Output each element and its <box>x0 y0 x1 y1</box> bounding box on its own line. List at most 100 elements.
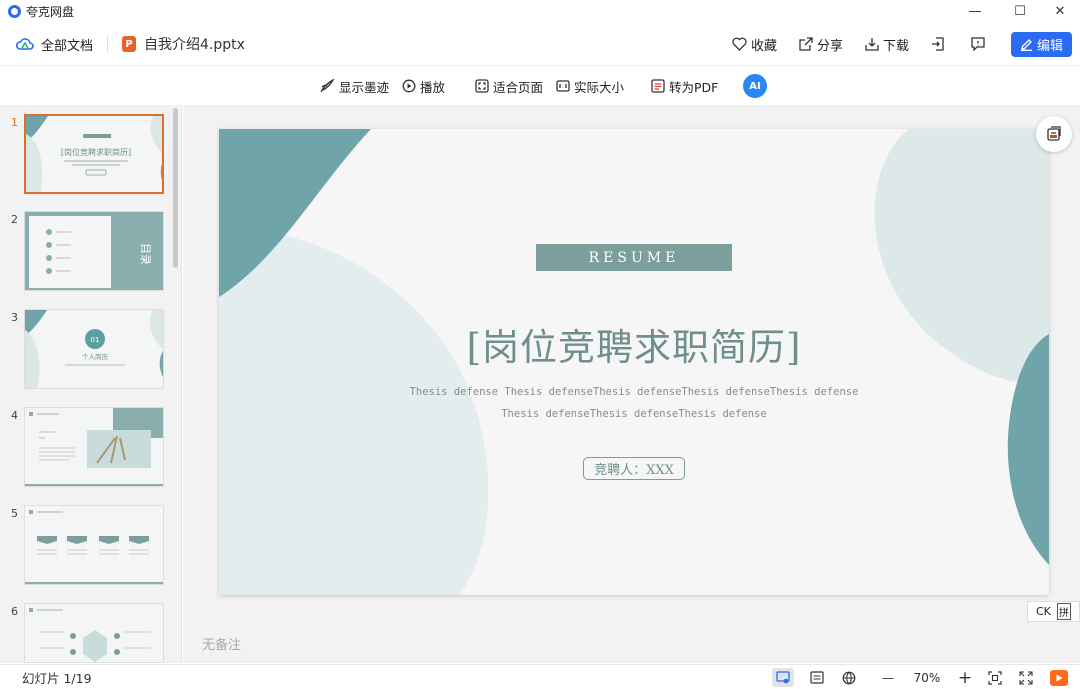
favorite-button[interactable]: 收藏 <box>732 35 777 54</box>
show-ink-button[interactable]: 显示墨迹 <box>320 66 389 106</box>
thumbnail-graphic <box>29 608 151 662</box>
current-slide: RESUME [岗位竞聘求职简历] Thesis defense Thesis … <box>219 129 1049 595</box>
fit-page-button[interactable]: 适合页面 <box>475 66 543 106</box>
all-files-button[interactable]: 全部文档 <box>16 35 93 54</box>
slideshow-button[interactable] <box>1050 670 1068 686</box>
zoom-level[interactable]: 70% <box>906 668 948 687</box>
expand-icon <box>1019 670 1033 685</box>
fullscreen-button[interactable] <box>1015 668 1037 687</box>
thumbnail-graphic: 目录 <box>25 212 163 290</box>
file-name: 自我介绍4.pptx <box>144 37 245 53</box>
slide-notes: 无备注 <box>202 638 242 653</box>
slide-thumbnail-1[interactable]: [岗位竞聘求职简历] <box>24 114 164 194</box>
pen-icon <box>1020 38 1032 51</box>
slide-subtitle-line1: Thesis defense Thesis defenseThesis defe… <box>409 386 859 398</box>
maximize-button[interactable]: ☐ <box>1000 0 1040 22</box>
thumbnail-number: 6 <box>11 605 18 618</box>
svg-text:01: 01 <box>91 336 100 344</box>
all-files-label: 全部文档 <box>41 38 94 54</box>
ai-assistant-button[interactable]: AI <box>743 74 767 98</box>
thumbnail-number: 4 <box>11 409 18 422</box>
thumbnail-graphic: [岗位竞聘求职简历] <box>26 116 162 192</box>
pptx-file-icon: P <box>122 36 137 52</box>
file-tab[interactable]: P 自我介绍4.pptx <box>122 34 245 54</box>
svg-text:[岗位竞聘求职简历]: [岗位竞聘求职简历] <box>61 147 131 157</box>
ime-language: CK <box>1036 605 1051 618</box>
export-button[interactable] <box>931 37 949 51</box>
cloud-icon <box>16 38 34 50</box>
toolbar-divider <box>107 36 109 52</box>
ime-indicator[interactable]: CK 拼 <box>1027 601 1080 622</box>
notes-icon <box>810 671 824 684</box>
globe-icon <box>842 671 856 685</box>
thumbnail-number: 1 <box>11 116 18 129</box>
play-button[interactable]: 播放 <box>402 66 445 106</box>
convert-pdf-button[interactable]: 转为PDF <box>651 66 718 106</box>
actual-size-label: 实际大小 <box>574 79 625 95</box>
resume-banner: RESUME <box>536 244 732 271</box>
share-icon <box>799 37 813 51</box>
thumbnail-scrollbar[interactable] <box>173 108 178 268</box>
thumbnail-number: 5 <box>11 507 18 520</box>
play-icon <box>1056 674 1063 682</box>
thumbnail-graphic: 01 个人简历 <box>25 310 163 388</box>
view-toolbar: 显示墨迹 播放 适合页面 实际大小 转为PDF AI <box>0 65 1080 105</box>
slide-thumbnail-4[interactable] <box>24 407 164 487</box>
feedback-button[interactable] <box>971 37 989 51</box>
comment-icon <box>971 37 985 51</box>
presenter-label: 竞聘人：XXX <box>583 457 685 480</box>
favorite-label: 收藏 <box>750 38 777 54</box>
share-label: 分享 <box>816 38 843 54</box>
share-button[interactable]: 分享 <box>799 35 843 54</box>
file-actions: 收藏 分享 下载 编辑 <box>710 24 1072 64</box>
download-icon <box>865 38 879 51</box>
thumbnail-number: 3 <box>11 311 18 324</box>
document-scan-icon <box>1047 126 1061 141</box>
actual-size-icon <box>556 80 570 92</box>
slide-counter: 幻灯片 1/19 <box>22 670 92 686</box>
app-name: 夸克网盘 <box>26 4 75 19</box>
title-bar: 夸克网盘 — ☐ ✕ <box>0 0 1080 22</box>
svg-text:目录: 目录 <box>139 243 152 265</box>
zoom-out-button[interactable]: — <box>877 668 899 687</box>
fit-page-label: 适合页面 <box>493 79 544 95</box>
download-button[interactable]: 下载 <box>865 35 909 54</box>
slide-subtitle-line2: Thesis defenseThesis defenseThesis defen… <box>501 408 767 420</box>
slide-thumbnail-3[interactable]: 01 个人简历 <box>24 309 164 389</box>
actual-size-button[interactable]: 实际大小 <box>556 66 624 106</box>
edit-label: 编辑 <box>1036 38 1063 54</box>
thumbnail-graphic <box>25 408 163 486</box>
heart-icon <box>732 37 747 51</box>
convert-pdf-label: 转为PDF <box>669 79 719 95</box>
translate-float-button[interactable] <box>1036 116 1072 152</box>
web-view-button[interactable] <box>838 668 860 687</box>
fit-window-button[interactable] <box>984 668 1006 687</box>
pdf-icon <box>651 79 665 93</box>
edit-button[interactable]: 编辑 <box>1011 31 1072 57</box>
play-label: 播放 <box>420 79 446 95</box>
close-button[interactable]: ✕ <box>1040 0 1080 22</box>
download-label: 下载 <box>882 38 909 54</box>
minimize-button[interactable]: — <box>955 0 995 22</box>
slide-title: [岗位竞聘求职简历] <box>466 326 802 369</box>
play-circle-icon <box>402 79 416 93</box>
normal-view-button[interactable] <box>772 668 794 687</box>
svg-text:个人简历: 个人简历 <box>82 352 109 361</box>
thumbnail-graphic <box>25 510 163 584</box>
zoom-in-button[interactable]: + <box>954 668 976 688</box>
show-ink-label: 显示墨迹 <box>339 79 390 95</box>
slide-view-icon <box>776 671 790 684</box>
thumbnail-number: 2 <box>11 213 18 226</box>
fit-page-icon <box>475 79 489 93</box>
notes-view-button[interactable] <box>806 668 828 687</box>
ime-mode: 拼 <box>1056 603 1071 620</box>
fit-window-icon <box>988 670 1002 685</box>
export-icon <box>932 37 944 51</box>
slide-thumbnail-6[interactable] <box>24 603 164 663</box>
ink-icon <box>320 79 335 93</box>
file-toolbar: 全部文档 P 自我介绍4.pptx 收藏 分享 下载 编辑 <box>0 24 1080 64</box>
slide-thumbnail-5[interactable] <box>24 505 164 585</box>
app-logo-icon <box>8 4 21 18</box>
slide-thumbnail-2[interactable]: 目录 <box>24 211 164 291</box>
status-bar: 幻灯片 1/19 — 70% + <box>0 664 1080 689</box>
